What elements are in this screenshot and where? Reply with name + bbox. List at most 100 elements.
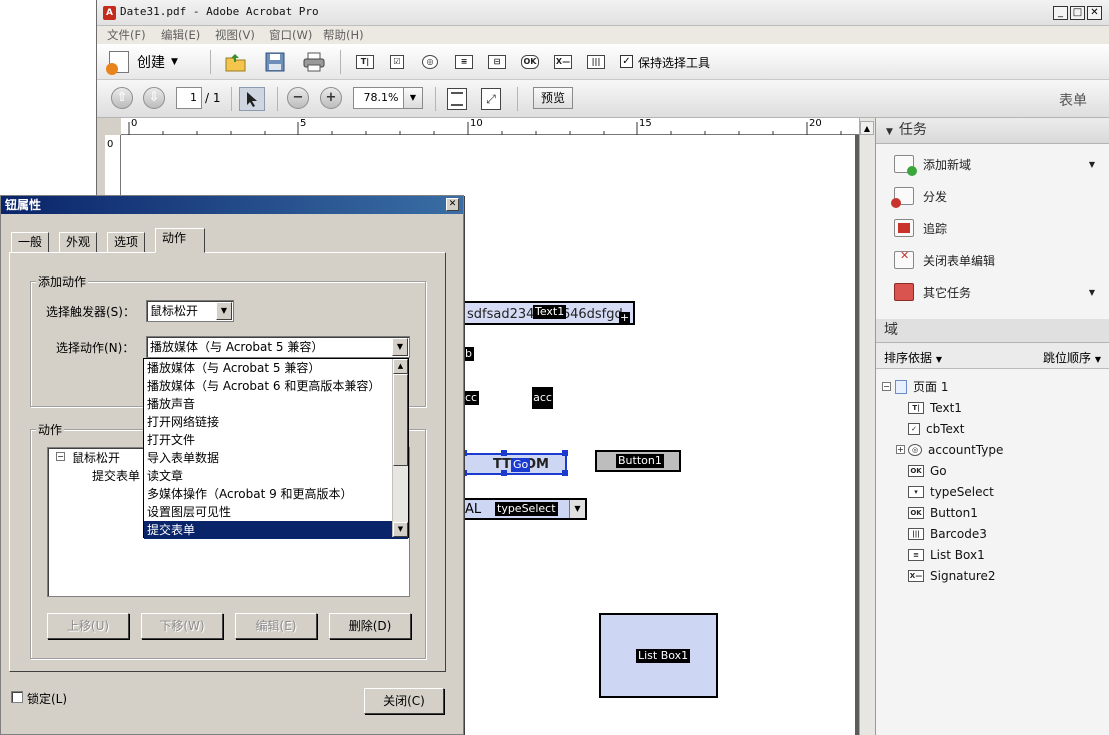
dropdown-option[interactable]: 导入表单数据 [144,449,408,467]
fields-header[interactable]: 域 [876,319,1109,343]
tree-trigger-mouse-up[interactable]: 鼠标松开 [72,449,120,466]
dropdown-option[interactable]: 打开文件 [144,431,408,449]
menu-view[interactable]: 视图(V) [215,27,255,43]
zoom-dropdown-icon[interactable]: ▼ [403,87,423,109]
dropdown-option[interactable]: 多媒体操作（Acrobat 9 和更高版本） [144,485,408,503]
go-button-field[interactable]: TT OM Go [461,450,568,476]
edit-button[interactable]: 编辑(E) [235,613,317,639]
scroll-up-icon[interactable]: ▲ [393,359,408,374]
page-number-input[interactable]: 1 [176,87,202,109]
text-field-tool-icon[interactable]: T| [356,55,374,69]
trigger-select[interactable]: 鼠标松开 ▼ [146,300,234,322]
tasks-header[interactable]: ▼ 任务 [876,118,1109,144]
close-window-button[interactable]: ✕ [1087,6,1102,20]
dropdown-option-selected[interactable]: 提交表单 [144,521,408,539]
minimize-button[interactable]: _ [1053,6,1068,20]
expand-icon[interactable]: + [896,445,905,454]
tab-appearance[interactable]: 外观 [59,232,98,252]
dropdown-option[interactable]: 设置图层可见性 [144,503,408,521]
fit-page-icon[interactable] [447,88,467,110]
tree-field-barcode3[interactable]: ||| Barcode3 [882,523,1107,544]
zoom-out-icon[interactable]: − [287,87,309,109]
sort-by-button[interactable]: 排序依据 ▼ [884,349,942,366]
tab-actions[interactable]: 动作 [155,228,205,253]
close-button[interactable]: 关闭(C) [364,688,444,714]
create-button[interactable]: 创建 ▼ [106,50,195,75]
task-close-form-edit[interactable]: ✕ 关闭表单编辑 [876,244,1109,276]
previous-page-icon[interactable]: ⇧ [111,87,133,109]
dialog-title-bar[interactable]: 钮属性 ✕ [1,196,463,214]
tree-field-go[interactable]: OK Go [882,460,1107,481]
task-add-field[interactable]: 添加新域 ▼ [876,148,1109,180]
tree-field-text1[interactable]: T| Text1 [882,397,1107,418]
tree-field-cbtext[interactable]: ✓ cbText [882,418,1107,439]
lock-checkbox[interactable] [11,691,23,703]
scroll-thumb[interactable] [393,374,408,466]
collapse-icon[interactable]: − [56,452,65,461]
zoom-in-icon[interactable]: + [320,87,342,109]
tab-options[interactable]: 选项 [107,232,146,252]
task-distribute[interactable]: 分发 [876,180,1109,212]
text1-field[interactable]: sdfsad234#23646dsfgd Text1 + [463,301,635,325]
signature-tool-icon[interactable]: X— [554,55,572,69]
account-type-field-2[interactable]: acc [532,387,553,409]
list-box-tool-icon[interactable]: ≡ [455,55,473,69]
task-other[interactable]: 其它任务 ▼ [876,276,1109,308]
move-down-button[interactable]: 下移(W) [141,613,223,639]
delete-button[interactable]: 删除(D) [329,613,411,639]
button1-field[interactable]: Button1 [595,450,681,472]
button-tool-icon[interactable]: OK [521,55,539,69]
scroll-up-icon[interactable]: ▲ [860,121,874,135]
dropdown-tool-icon[interactable]: ⊟ [488,55,506,69]
action-select[interactable]: 播放媒体（与 Acrobat 5 兼容） ▼ [146,336,410,358]
tree-field-typeselect[interactable]: ▾ typeSelect [882,481,1107,502]
chevron-down-icon[interactable]: ▼ [569,500,585,518]
print-icon[interactable] [303,51,325,73]
move-up-button[interactable]: 上移(U) [47,613,129,639]
fit-width-icon[interactable]: ⤢ [481,88,501,110]
maximize-button[interactable]: □ [1070,6,1085,20]
menu-file[interactable]: 文件(F) [107,27,146,43]
chevron-down-icon[interactable]: ▼ [216,302,232,320]
resize-handle[interactable] [562,470,568,476]
tree-field-accounttype[interactable]: + ◎ accountType [882,439,1107,460]
open-folder-icon[interactable] [225,51,247,73]
menu-help[interactable]: 帮助(H) [323,27,364,43]
document-scrollbar[interactable]: ▲ [859,118,875,735]
tree-page-1[interactable]: − 页面 1 [882,376,1107,397]
dropdown-option[interactable]: 播放媒体（与 Acrobat 5 兼容） [144,359,408,377]
menu-window[interactable]: 窗口(W) [269,27,312,43]
scroll-down-icon[interactable]: ▼ [393,522,408,537]
dropdown-option[interactable]: 打开网络链接 [144,413,408,431]
tab-general[interactable]: 一般 [11,232,50,252]
select-tool-icon[interactable] [239,87,265,111]
dropdown-option[interactable]: 读文章 [144,467,408,485]
tree-field-signature2[interactable]: X— Signature2 [882,565,1107,586]
action-dropdown-list[interactable]: 播放媒体（与 Acrobat 5 兼容） 播放媒体（与 Acrobat 6 和更… [143,358,409,539]
radio-tool-icon[interactable]: ◎ [422,55,438,69]
dropdown-option[interactable]: 播放声音 [144,395,408,413]
next-page-icon[interactable]: ⇩ [143,87,165,109]
plus-icon[interactable]: + [619,312,631,323]
resize-handle[interactable] [501,470,507,476]
collapse-icon[interactable]: − [882,382,891,391]
checkbox-tool-icon[interactable]: ☑ [390,55,404,69]
keep-tool-checkbox[interactable]: ✓ [620,55,633,68]
zoom-input[interactable]: 78.1% [353,87,409,109]
tree-action-submit-form[interactable]: 提交表单 [92,467,140,484]
tab-order-button[interactable]: 跳位顺序 ▼ [1043,349,1101,366]
barcode-tool-icon[interactable]: ||| [587,55,605,69]
chevron-down-icon[interactable]: ▼ [392,338,408,356]
resize-handle[interactable] [562,450,568,456]
save-icon[interactable] [264,51,286,73]
resize-handle[interactable] [501,450,507,456]
dropdown-option[interactable]: 播放媒体（与 Acrobat 6 和更高版本兼容） [144,377,408,395]
type-select-field[interactable]: AL typeSelect ▼ [463,498,587,520]
dialog-close-icon[interactable]: ✕ [446,198,459,211]
tree-field-listbox1[interactable]: ≡ List Box1 [882,544,1107,565]
cbtext-field[interactable]: b [463,347,474,361]
preview-button[interactable]: 预览 [533,87,573,109]
menu-edit[interactable]: 编辑(E) [161,27,200,43]
account-type-field-1[interactable]: cc [463,391,480,405]
task-track[interactable]: 追踪 [876,212,1109,244]
